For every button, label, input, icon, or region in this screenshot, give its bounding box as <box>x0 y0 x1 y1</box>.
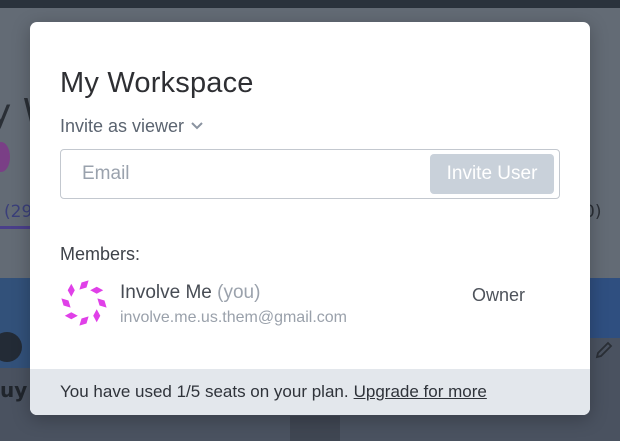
background-topbar <box>0 0 620 8</box>
invite-user-button[interactable]: Invite User <box>430 154 554 194</box>
background-block <box>290 416 340 441</box>
seat-usage-text: You have used 1/5 seats on your plan. <box>60 382 349 401</box>
avatar-segment <box>61 298 71 308</box>
background-card-text-fragment: uy <box>0 378 28 402</box>
avatar-segment <box>93 309 101 323</box>
avatar-segment <box>90 286 104 294</box>
chevron-down-icon <box>191 122 203 130</box>
email-input[interactable] <box>62 151 422 197</box>
modal-title: My Workspace <box>60 67 254 99</box>
member-you-tag: (you) <box>217 282 261 303</box>
background-strip-right <box>590 278 620 338</box>
member-email: involve.me.us.them@gmail.com <box>120 309 347 326</box>
background-count-fragment: (29 <box>4 202 33 222</box>
avatar-segment <box>97 298 107 308</box>
invite-form: Invite User <box>60 149 560 199</box>
avatar-segment <box>67 283 75 297</box>
avatar <box>61 280 107 326</box>
invite-role-dropdown[interactable]: Invite as viewer <box>60 115 203 137</box>
avatar-segment <box>64 312 78 320</box>
seat-usage-footer: You have used 1/5 seats on your plan. Up… <box>30 369 590 415</box>
member-role: Owner <box>472 285 526 305</box>
workspace-modal: My Workspace Invite as viewer Invite Use… <box>30 22 590 415</box>
background-tab-underline <box>0 226 32 229</box>
member-name: Involve Me <box>120 282 212 303</box>
upgrade-link[interactable]: Upgrade for more <box>354 382 487 402</box>
avatar-segment <box>79 280 89 290</box>
member-name-line: Involve Me (you) <box>120 282 260 304</box>
invite-role-label: Invite as viewer <box>60 115 185 136</box>
pencil-icon <box>594 340 614 360</box>
member-row: Involve Me (you) involve.me.us.them@gmai… <box>60 279 540 331</box>
avatar-segment <box>79 316 89 326</box>
members-heading: Members: <box>60 244 141 264</box>
